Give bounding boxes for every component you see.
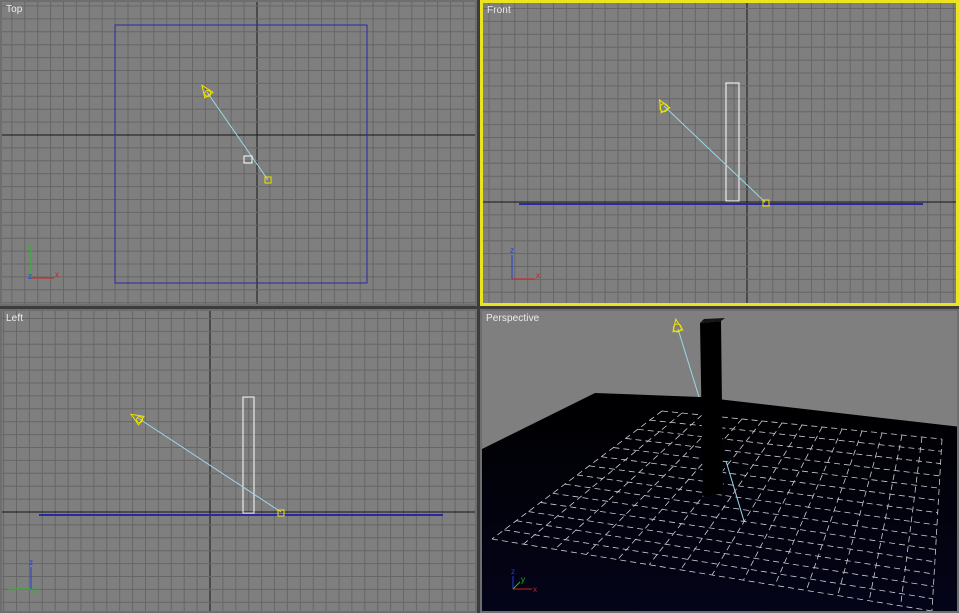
viewport-perspective-canvas[interactable]: z x y: [482, 311, 959, 613]
viewport-label-left[interactable]: Left: [6, 313, 23, 324]
svg-text:z: z: [29, 558, 33, 567]
svg-text:z: z: [511, 567, 515, 576]
viewport-left-canvas[interactable]: z y: [2, 311, 477, 613]
viewport-top-canvas[interactable]: y x z: [2, 2, 477, 306]
viewport-front-canvas[interactable]: z x: [483, 3, 959, 306]
viewport-perspective[interactable]: Perspective z x y: [480, 309, 959, 613]
viewport-top[interactable]: Top y x z: [0, 0, 477, 306]
svg-text:y: y: [33, 585, 37, 594]
svg-text:x: x: [536, 271, 540, 280]
box-object[interactable]: [700, 318, 725, 496]
viewport-label-perspective[interactable]: Perspective: [486, 313, 539, 324]
svg-text:z: z: [510, 246, 514, 255]
svg-text:y: y: [28, 242, 32, 251]
viewport-label-top[interactable]: Top: [6, 4, 22, 15]
viewport-left[interactable]: Left z y: [0, 309, 477, 613]
svg-text:x: x: [533, 585, 537, 594]
viewport-front[interactable]: Front z x: [480, 0, 959, 306]
svg-text:x: x: [55, 270, 59, 279]
svg-text:y: y: [521, 575, 525, 584]
viewport-label-front[interactable]: Front: [487, 5, 511, 16]
svg-text:z: z: [28, 272, 32, 281]
